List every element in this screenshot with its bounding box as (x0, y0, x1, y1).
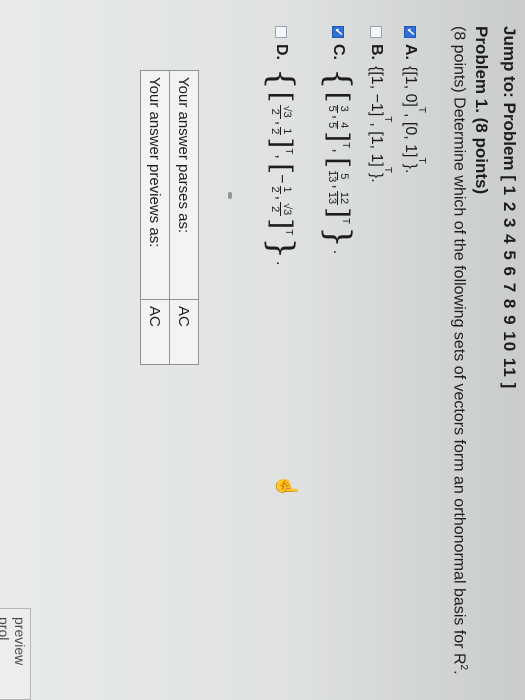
option-c-math: {[ 35, 45 ] T, [ 5 13, 12 13 ] T }. (318, 68, 358, 255)
answer-results-table: Your answer parses as: AC Your answer pr… (140, 70, 199, 365)
option-d-letter: D. (273, 44, 290, 60)
frac-d2: 12 (269, 127, 294, 136)
option-a-letter: A. (402, 44, 419, 60)
frac-c2: 45 (326, 121, 351, 130)
frac-c3: 5 13 (326, 170, 351, 183)
frac-c4: 12 13 (326, 190, 351, 206)
frac-d1: √3 2 (269, 104, 294, 119)
rotated-page: Jump to: Problem [ 1 2 3 4 5 6 7 8 9 10 … (0, 0, 525, 700)
option-a-text: {[1, 0]T, [0, 1]T}. (402, 66, 427, 174)
jump-label: Jump to: Problem [ (500, 26, 519, 181)
checkbox-b[interactable] (370, 26, 382, 38)
option-d-math: {[ √3 2, 12 ] T, [− 12, √3 2 ] T }. (261, 68, 301, 266)
jump-to-problem-nav: Jump to: Problem [ 1 2 3 4 5 6 7 8 9 10 … (499, 26, 519, 388)
description-end: . (450, 670, 468, 675)
description-text: (8 points) Determine which of the follow… (450, 26, 468, 665)
option-d[interactable]: D. {[ √3 2, 12 ] T, [− 12, √3 2 ] T }. (261, 26, 301, 266)
checkbox-d[interactable] (275, 26, 287, 38)
option-b[interactable]: B. {[1, −1]T, [1, 1]T}. (367, 26, 393, 183)
parses-value: AC (169, 299, 199, 365)
option-c[interactable]: ✓ C. {[ 35, 45 ] T, [ 5 13, 12 13 ] T }. (318, 26, 358, 255)
problem-title: Problem 1. (8 points) (472, 26, 491, 195)
previews-label: Your answer previews as: (140, 70, 170, 300)
frac-c1: 35 (326, 104, 351, 113)
checkbox-c[interactable]: ✓ (332, 26, 344, 38)
hand-cursor-icon: ☝ (275, 474, 297, 499)
option-b-letter: B. (368, 44, 385, 60)
jump-close-bracket: ] (500, 382, 519, 389)
option-b-text: {[1, −1]T, [1, 1]T}. (368, 66, 393, 183)
table-row: Your answer parses as: AC (169, 70, 199, 365)
frac-d4: √3 2 (269, 202, 294, 217)
table-row: Your answer previews as: AC (140, 70, 170, 365)
previews-value: AC (140, 299, 170, 365)
checkbox-a[interactable]: ✓ (404, 26, 416, 38)
problem-number-links[interactable]: 1 2 3 4 5 6 7 8 9 10 11 (500, 186, 519, 378)
screen-smudge (228, 192, 232, 199)
problem-description: (8 points) Determine which of the follow… (450, 26, 469, 675)
preview-problem-button[interactable]: preview prol (0, 608, 31, 700)
parses-label: Your answer parses as: (169, 70, 199, 300)
option-a[interactable]: ✓ A. {[1, 0]T, [0, 1]T}. (401, 26, 427, 174)
frac-d3: 12 (269, 185, 294, 194)
option-c-letter: C. (330, 44, 347, 60)
